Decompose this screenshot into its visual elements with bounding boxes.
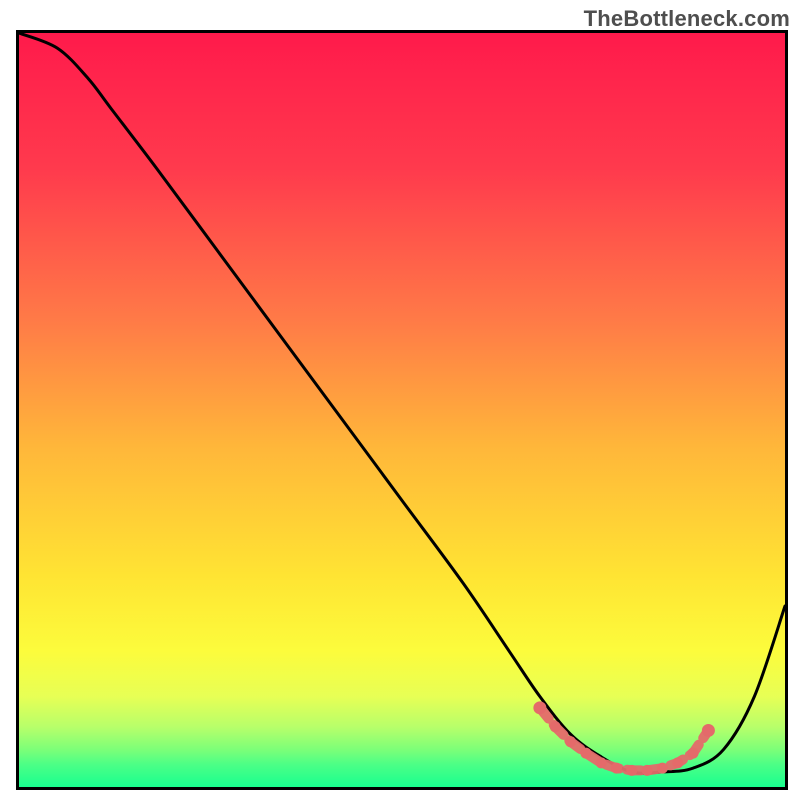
marker-dot [702,724,715,737]
gradient-background [19,33,785,787]
marker-dot [672,757,683,768]
marker-dot [657,763,668,774]
marker-dot [580,748,591,759]
marker-dot [550,721,561,732]
watermark-label: TheBottleneck.com [584,6,790,32]
chart-frame: TheBottleneck.com [0,0,800,800]
marker-dot [611,763,622,774]
marker-dot [565,736,576,747]
plot-area [19,33,785,787]
marker-dot [688,748,699,759]
chart-svg [19,33,785,787]
marker-dot [596,757,607,768]
marker-dot [626,765,637,776]
marker-dot [533,701,546,714]
marker-dot [642,765,653,776]
plot-border [16,30,788,790]
